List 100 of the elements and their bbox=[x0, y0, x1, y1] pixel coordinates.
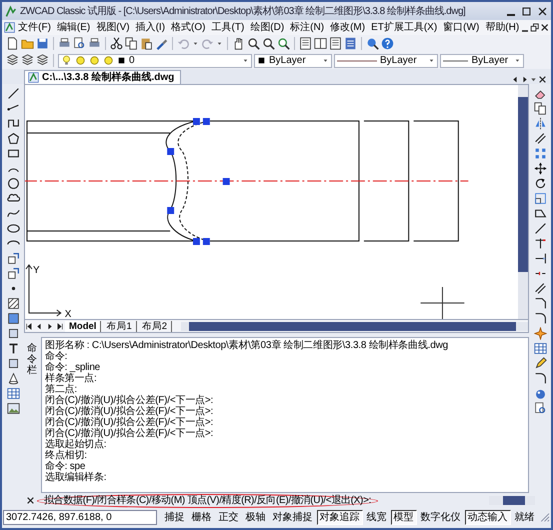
text-icon[interactable] bbox=[6, 342, 20, 355]
status-toggle[interactable]: 正交 bbox=[216, 510, 242, 524]
sun-icon[interactable] bbox=[75, 55, 86, 66]
pencil-icon[interactable] bbox=[534, 357, 546, 370]
layer-state-icon[interactable] bbox=[36, 54, 49, 67]
save-icon[interactable] bbox=[36, 37, 49, 50]
close-icon[interactable] bbox=[26, 496, 35, 505]
horizontal-scrollbar[interactable] bbox=[181, 322, 528, 330]
layer-previous-icon[interactable] bbox=[21, 54, 34, 67]
menu-item[interactable]: 窗口(W) bbox=[440, 21, 482, 34]
sphere-icon[interactable] bbox=[534, 387, 546, 400]
drawing-document-icon[interactable] bbox=[4, 21, 16, 34]
rotate-icon[interactable] bbox=[534, 177, 546, 190]
search-icon[interactable] bbox=[366, 37, 379, 50]
sun-icon[interactable] bbox=[89, 55, 100, 66]
polyline-icon[interactable] bbox=[6, 117, 20, 130]
status-toggle[interactable]: 数字化仪 bbox=[418, 510, 464, 524]
zoom-window-icon[interactable] bbox=[262, 37, 275, 50]
status-toggle[interactable]: 对象追踪 bbox=[316, 510, 363, 524]
lightbulb-icon[interactable] bbox=[61, 55, 72, 66]
document-tab[interactable]: C:\...\3.3.8 绘制样条曲线.dwg bbox=[24, 70, 182, 84]
status-toggle[interactable]: 栅格 bbox=[188, 510, 215, 524]
maximize-button[interactable] bbox=[520, 4, 533, 18]
menu-item[interactable]: 格式(O) bbox=[168, 21, 208, 34]
menu-item[interactable]: 视图(V) bbox=[93, 21, 133, 34]
pentagon-icon[interactable] bbox=[6, 132, 20, 145]
hatch-icon[interactable] bbox=[6, 297, 20, 310]
first-icon[interactable] bbox=[25, 322, 34, 330]
gradient-icon[interactable] bbox=[6, 312, 20, 325]
block-icon[interactable] bbox=[6, 252, 20, 265]
close-icon[interactable] bbox=[538, 75, 547, 84]
horizontal-scrollbar[interactable] bbox=[489, 496, 535, 505]
last-icon[interactable] bbox=[55, 322, 64, 330]
menu-item[interactable]: 插入(I) bbox=[132, 21, 168, 34]
chamfer-icon[interactable] bbox=[534, 297, 546, 310]
offset-icon[interactable] bbox=[534, 132, 546, 145]
copy-icon[interactable] bbox=[534, 102, 546, 115]
paintbrush-icon[interactable] bbox=[155, 37, 168, 50]
layout-tab[interactable]: 布局1 bbox=[102, 320, 137, 332]
status-toggle[interactable]: 线宽 bbox=[364, 510, 390, 524]
mirror-icon[interactable] bbox=[534, 117, 546, 130]
app-logo-icon[interactable] bbox=[4, 4, 17, 18]
caret-icon[interactable] bbox=[242, 57, 249, 64]
layer-dropdown[interactable]: 0 bbox=[58, 54, 252, 68]
menu-item[interactable]: 修改(M) bbox=[327, 21, 368, 34]
caret-icon[interactable] bbox=[514, 57, 521, 64]
fillet-icon[interactable] bbox=[534, 312, 546, 325]
menu-item[interactable]: 帮助(H) bbox=[482, 21, 522, 34]
open-folder-icon[interactable] bbox=[21, 37, 34, 50]
table-icon[interactable] bbox=[534, 342, 546, 355]
sheet-icon[interactable] bbox=[329, 37, 342, 50]
status-toggle[interactable]: 捕捉 bbox=[162, 510, 188, 524]
menu-item[interactable]: ET扩展工具(X) bbox=[368, 21, 440, 34]
status-toggle[interactable]: 对象捕捉 bbox=[270, 510, 316, 524]
stretch-icon[interactable] bbox=[534, 207, 546, 220]
fillet-icon[interactable] bbox=[534, 372, 546, 385]
circle-icon[interactable] bbox=[6, 177, 20, 190]
caret-icon[interactable] bbox=[428, 57, 435, 64]
color-dropdown[interactable]: ByLayer bbox=[254, 54, 332, 68]
properties-sheet-icon[interactable] bbox=[299, 37, 312, 50]
close-icon[interactable] bbox=[540, 22, 549, 33]
caret-icon[interactable] bbox=[192, 40, 199, 47]
region-icon[interactable] bbox=[6, 327, 20, 340]
menu-item[interactable]: 标注(N) bbox=[287, 21, 328, 34]
minimize-icon[interactable] bbox=[522, 30, 528, 32]
menu-item[interactable]: 编辑(E) bbox=[54, 21, 94, 34]
panels-icon[interactable] bbox=[314, 37, 327, 50]
help-icon[interactable] bbox=[381, 37, 394, 50]
menu-item[interactable]: 绘图(D) bbox=[247, 21, 288, 34]
array-icon[interactable] bbox=[534, 147, 546, 160]
print-icon[interactable] bbox=[58, 37, 71, 50]
linetype-dropdown[interactable]: ByLayer bbox=[334, 54, 438, 68]
cut-icon[interactable] bbox=[110, 37, 123, 50]
layout-tab[interactable]: Model bbox=[65, 320, 102, 332]
layer-manager-icon[interactable] bbox=[6, 54, 19, 67]
swatch-icon[interactable] bbox=[257, 56, 266, 65]
caret-icon[interactable] bbox=[322, 57, 329, 64]
cone-icon[interactable] bbox=[6, 372, 20, 385]
restore-icon[interactable] bbox=[530, 22, 540, 33]
menu-item[interactable]: 文件(F) bbox=[15, 21, 54, 34]
sun-icon[interactable] bbox=[103, 55, 114, 66]
move-icon[interactable] bbox=[534, 162, 546, 175]
rectangle-icon[interactable] bbox=[6, 147, 20, 160]
resize-grip-icon[interactable] bbox=[540, 512, 550, 522]
layer-swatch-icon[interactable] bbox=[117, 56, 126, 65]
explode-icon[interactable] bbox=[534, 327, 546, 340]
print-preview-icon[interactable] bbox=[73, 37, 86, 50]
status-toggle[interactable]: 极轴 bbox=[242, 510, 269, 524]
layout-tab[interactable]: 布局2 bbox=[138, 320, 172, 332]
region-icon[interactable] bbox=[6, 357, 20, 370]
trim-icon[interactable] bbox=[534, 237, 546, 250]
paste-icon[interactable] bbox=[140, 37, 153, 50]
scale-icon[interactable] bbox=[534, 192, 546, 205]
lineweight-dropdown[interactable]: ByLayer bbox=[440, 54, 524, 68]
status-toggle[interactable]: 动态输入 bbox=[464, 510, 511, 524]
table-icon[interactable] bbox=[6, 387, 20, 400]
image-icon[interactable] bbox=[6, 402, 20, 415]
pan-hand-icon[interactable] bbox=[232, 37, 245, 50]
zoom-previous-icon[interactable] bbox=[277, 37, 290, 50]
status-toggle[interactable]: 模型 bbox=[390, 510, 417, 524]
